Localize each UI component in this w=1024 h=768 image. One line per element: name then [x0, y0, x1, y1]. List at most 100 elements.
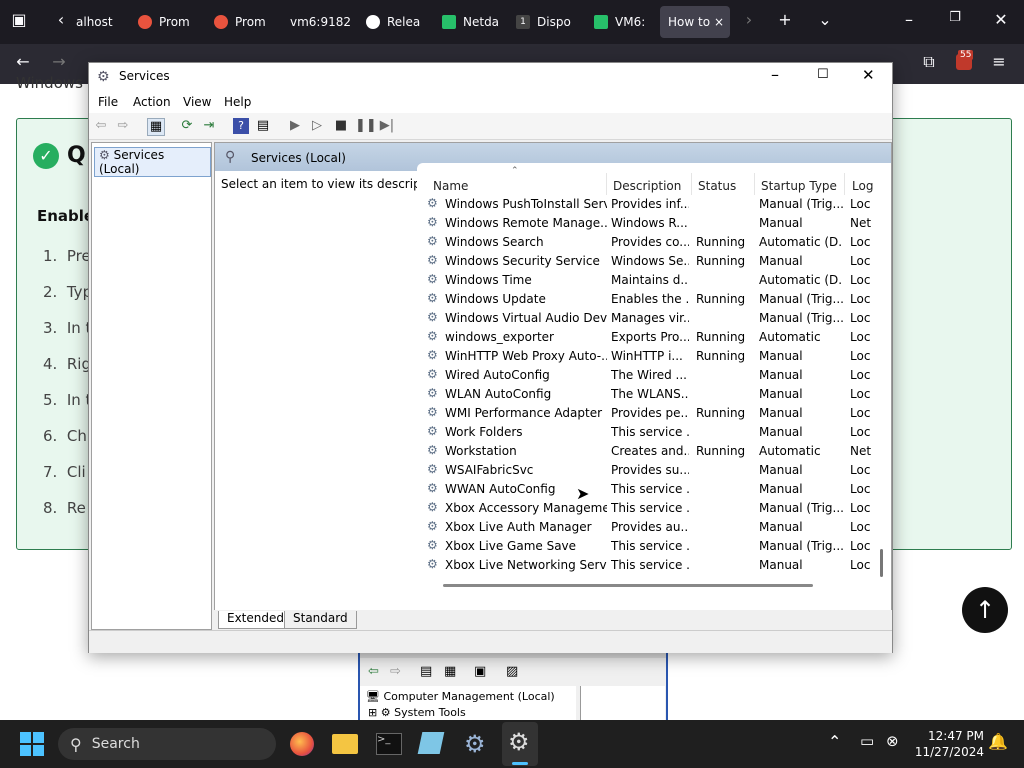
export-list-icon[interactable]: ⇥ [201, 118, 217, 134]
service-row[interactable]: ⚙ Workstation Creates and... Running Automat… [427, 442, 877, 461]
tree-item-services-local[interactable]: ⚙ Services (Local) [94, 147, 211, 177]
service-row[interactable]: ⚙ Windows Update Enables the ... Running Man… [427, 290, 877, 309]
new-tab-icon[interactable]: + [770, 10, 800, 29]
browser-tab[interactable]: Prom [214, 6, 270, 38]
close-icon[interactable]: ✕ [862, 66, 875, 84]
service-row[interactable]: ⚙ Wired AutoConfig The Wired ... Manual Loc [427, 366, 877, 385]
services-taskbar-button[interactable]: ⚙ [502, 722, 538, 766]
close-icon[interactable]: ✕ [986, 10, 1016, 29]
forward-icon[interactable]: ⇨ [390, 664, 401, 679]
service-row[interactable]: ⚙ WinHTTP Web Proxy Auto-... WinHTTP i... R… [427, 347, 877, 366]
menu-icon[interactable]: ≡ [984, 52, 1014, 71]
service-row[interactable]: ⚙ Windows Search Provides co... Running Auto… [427, 233, 877, 252]
menu-action[interactable]: Action [133, 95, 171, 109]
service-row[interactable]: ⚙ Xbox Accessory Manageme... This service … [427, 499, 877, 518]
service-row[interactable]: ⚙ Windows Time Maintains d... Automatic (D.… [427, 271, 877, 290]
service-row[interactable]: ⚙ Windows Security Service Windows Se... Ru… [427, 252, 877, 271]
back-icon[interactable]: ⇦ [368, 664, 379, 679]
display-icon[interactable]: ▭ [860, 732, 874, 750]
column-header-log-on-as[interactable]: Log [852, 179, 873, 193]
sound-muted-icon[interactable]: ⊗ [886, 732, 899, 750]
restart-service-icon[interactable]: ▶| [379, 118, 395, 134]
remote-desktop-icon[interactable] [417, 732, 445, 754]
column-header-startup-type[interactable]: Startup Type [761, 179, 837, 193]
service-row[interactable]: ⚙ WWAN AutoConfig This service ... Manual Lo… [427, 480, 877, 499]
service-row[interactable]: ⚙ Work Folders This service ... Manual Loc [427, 423, 877, 442]
back-icon[interactable]: ← [8, 52, 38, 71]
horizontal-scrollbar-thumb[interactable] [443, 584, 813, 587]
start-button[interactable] [20, 732, 44, 756]
notifications-bell-icon[interactable]: 🔔 [988, 732, 1008, 751]
start-service-alt-icon[interactable]: ▷ [309, 118, 325, 134]
file-explorer-icon[interactable] [332, 734, 358, 754]
service-row[interactable]: ⚙ windows_exporter Exports Pro... Running Au… [427, 328, 877, 347]
scroll-tabs-left-icon[interactable]: ‹ [46, 10, 76, 29]
services-title-bar[interactable]: ⚙ Services – ☐ ✕ [89, 63, 892, 91]
browser-tab[interactable]: Relea [366, 6, 422, 38]
service-row[interactable]: ⚙ Xbox Live Networking Service This servic… [427, 556, 877, 575]
scroll-to-top-button[interactable]: ↑ [962, 587, 1008, 633]
service-row[interactable]: ⚙ WSAIFabricSvc Provides su... Manual Loc [427, 461, 877, 480]
properties-icon[interactable]: ▤ [255, 118, 271, 134]
refresh-icon[interactable]: ⟳ [179, 118, 195, 134]
scroll-tabs-right-icon[interactable]: › [734, 10, 764, 29]
column-header-description[interactable]: Description [613, 179, 681, 193]
tab-extended[interactable]: Extended [218, 611, 293, 629]
service-row[interactable]: ⚙ Windows Virtual Audio Devi... Manages vi… [427, 309, 877, 328]
cm-tree-root[interactable]: 🖥 Computer Management (Local) [366, 690, 555, 703]
column-header-status[interactable]: Status [698, 179, 736, 193]
browser-tab[interactable]: VM6: [594, 6, 646, 38]
show-hide-tree-icon[interactable]: ▦ [444, 664, 456, 679]
browser-tab[interactable]: 1 Dispo [516, 6, 572, 38]
browser-tab[interactable]: Netda [442, 6, 498, 38]
column-header-name[interactable]: Name [433, 179, 468, 193]
cm-tree-system-tools[interactable]: ⊞ ⚙ System Tools [368, 706, 466, 719]
stop-service-icon[interactable]: ■ [333, 118, 349, 134]
browser-tab[interactable]: vm6:9182 [290, 6, 350, 38]
menu-help[interactable]: Help [224, 95, 251, 109]
help-icon[interactable]: ▨ [506, 664, 518, 679]
browser-tab[interactable]: alhost [76, 6, 126, 38]
service-row[interactable]: ⚙ WMI Performance Adapter Provides pe... Ru… [427, 404, 877, 423]
terminal-icon[interactable]: >_ [376, 733, 402, 755]
browser-tab-active[interactable]: How to × [660, 6, 730, 38]
taskbar-search[interactable]: ⚲ Search [58, 728, 276, 760]
browser-tab[interactable]: Prom [138, 6, 194, 38]
service-description: Manages vir... [611, 311, 689, 325]
column-divider[interactable] [754, 173, 755, 195]
show-hide-console-tree-icon[interactable]: ▦ [147, 118, 165, 136]
back-icon[interactable]: ⇦ [93, 118, 109, 134]
help-icon[interactable]: ? [233, 118, 249, 134]
service-row[interactable]: ⚙ Windows PushToInstall Serv... Provides i… [427, 195, 877, 214]
vertical-scrollbar-thumb[interactable] [880, 549, 883, 577]
start-service-icon[interactable]: ▶ [287, 118, 303, 134]
minimize-icon[interactable]: – [771, 65, 779, 84]
clock[interactable]: 12:47 PM 11/27/2024 [914, 728, 984, 760]
column-divider[interactable] [691, 173, 692, 195]
close-tab-icon[interactable]: × [714, 15, 724, 29]
maximize-icon[interactable]: ☐ [817, 67, 829, 82]
minimize-icon[interactable]: – [894, 10, 924, 29]
folder-up-icon[interactable]: ▤ [420, 664, 432, 679]
properties-icon[interactable]: ▣ [474, 664, 486, 679]
tab-overflow-chevron-icon[interactable]: ⌄ [810, 10, 840, 29]
pause-service-icon[interactable]: ❚❚ [355, 118, 377, 134]
service-row[interactable]: ⚙ Xbox Live Game Save This service ... Manu… [427, 537, 877, 556]
service-row[interactable]: ⚙ Xbox Live Auth Manager Provides au... Man… [427, 518, 877, 537]
menu-view[interactable]: View [183, 95, 211, 109]
expand-icon[interactable]: ⊞ [368, 706, 377, 719]
forward-icon[interactable]: → [44, 52, 74, 71]
menu-file[interactable]: File [98, 95, 118, 109]
firefox-icon[interactable] [290, 732, 314, 756]
column-divider[interactable] [606, 173, 607, 195]
column-divider[interactable] [844, 173, 845, 195]
forward-icon[interactable]: ⇨ [115, 118, 131, 134]
settings-gear-icon[interactable]: ⚙ [464, 730, 486, 758]
tab-standard[interactable]: Standard [284, 611, 357, 629]
service-row[interactable]: ⚙ WLAN AutoConfig The WLANS... Manual Loc [427, 385, 877, 404]
show-hidden-icons-chevron-icon[interactable]: ⌃ [828, 732, 841, 751]
tab-list-icon[interactable]: ▣ [4, 10, 34, 29]
service-row[interactable]: ⚙ Windows Remote Manage... Windows R... Man… [427, 214, 877, 233]
restore-icon[interactable]: ❐ [940, 10, 970, 25]
extensions-icon[interactable]: ⧉ [914, 52, 944, 72]
